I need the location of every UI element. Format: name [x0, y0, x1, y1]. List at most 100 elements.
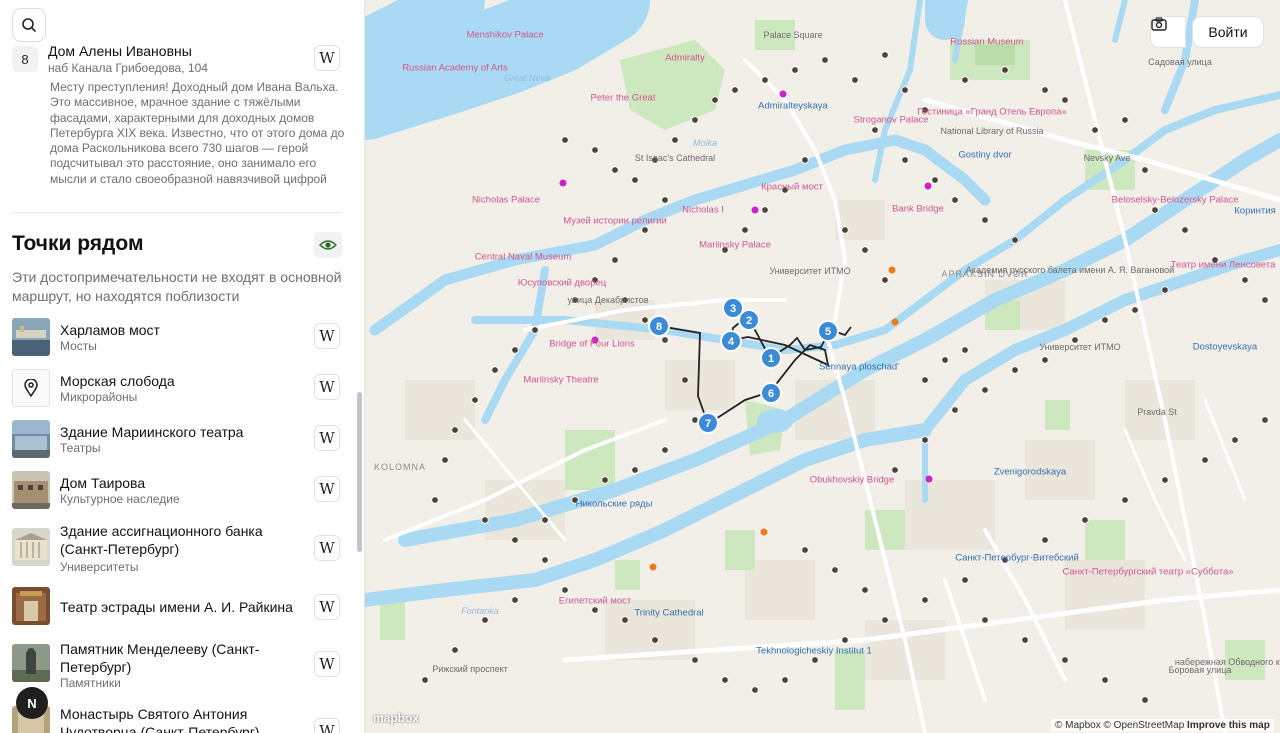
orange-poi-dot[interactable]: [888, 266, 896, 274]
wikipedia-button[interactable]: W: [314, 45, 340, 71]
map-label[interactable]: Zvenigorodskaya: [994, 467, 1066, 478]
map-label[interactable]: Mariinsky Theatre: [523, 375, 598, 386]
map-label[interactable]: Russian Academy of Arts: [402, 63, 508, 74]
poi-dot[interactable]: [761, 206, 769, 214]
poi-dot[interactable]: [961, 576, 969, 584]
poi-dot[interactable]: [841, 636, 849, 644]
poi-dot[interactable]: [481, 516, 489, 524]
route-marker-3[interactable]: 3: [722, 297, 744, 319]
poi-dot[interactable]: [1011, 236, 1019, 244]
map-label[interactable]: Menshikov Palace: [466, 30, 543, 41]
poi-dot[interactable]: [1241, 276, 1249, 284]
poi-dot[interactable]: [1181, 226, 1189, 234]
poi-dot[interactable]: [921, 376, 929, 384]
poi-dot[interactable]: [1121, 496, 1129, 504]
poi-dot[interactable]: [1041, 356, 1049, 364]
nearby-item[interactable]: Театр эстрады имени А. И. Райкина W: [12, 587, 342, 633]
poi-dot[interactable]: [541, 556, 549, 564]
poi-dot[interactable]: [591, 606, 599, 614]
poi-dot[interactable]: [641, 226, 649, 234]
nearby-item[interactable]: Дом Таирова Культурное наследие W: [12, 471, 342, 517]
poi-dot[interactable]: [511, 346, 519, 354]
poi-dot[interactable]: [661, 336, 669, 344]
orange-poi-dot[interactable]: [760, 528, 768, 536]
nearby-item[interactable]: Морская слобода Микрорайоны W: [12, 369, 342, 415]
poi-dot[interactable]: [951, 196, 959, 204]
poi-dot[interactable]: [1161, 476, 1169, 484]
poi-dot[interactable]: [1041, 86, 1049, 94]
route-marker-8[interactable]: 8: [648, 315, 670, 337]
improve-map-link[interactable]: Improve this map: [1187, 720, 1270, 731]
poi-dot[interactable]: [741, 226, 749, 234]
poi-dot[interactable]: [481, 616, 489, 624]
map-canvas[interactable]: 12345678 Menshikov Palace Russian Academy…: [365, 0, 1280, 733]
poi-dot[interactable]: [641, 316, 649, 324]
route-marker-6[interactable]: 6: [760, 382, 782, 404]
poi-dot[interactable]: [1261, 296, 1269, 304]
orange-poi-dot[interactable]: [649, 563, 657, 571]
poi-dot[interactable]: [901, 86, 909, 94]
poi-dot[interactable]: [801, 546, 809, 554]
poi-dot[interactable]: [691, 656, 699, 664]
poi-dot[interactable]: [1041, 536, 1049, 544]
poi-dot[interactable]: [511, 596, 519, 604]
map-label[interactable]: Mariinsky Palace: [699, 240, 771, 251]
poi-dot[interactable]: [791, 66, 799, 74]
poi-dot[interactable]: [561, 136, 569, 144]
map-label[interactable]: Коринтия: [1234, 206, 1275, 217]
scrollbar-thumb[interactable]: [357, 392, 362, 552]
poi-dot[interactable]: [1011, 366, 1019, 374]
poi-dot[interactable]: [1101, 316, 1109, 324]
attribution-osm[interactable]: © OpenStreetMap: [1104, 720, 1185, 731]
highlight-poi-dot[interactable]: [559, 179, 567, 187]
map-label[interactable]: Dostoyevskaya: [1193, 342, 1257, 353]
attribution-mapbox[interactable]: © Mapbox: [1055, 720, 1101, 731]
poi-dot[interactable]: [421, 676, 429, 684]
map-label[interactable]: Tekhnologicheskiy Institut 1: [756, 646, 872, 657]
poi-dot[interactable]: [961, 346, 969, 354]
nearby-item[interactable]: Монастырь Святого Антония Чудотворца (Са…: [12, 706, 342, 733]
wikipedia-button[interactable]: W: [314, 425, 340, 451]
wikipedia-button[interactable]: W: [314, 476, 340, 502]
route-marker-4[interactable]: 4: [720, 330, 742, 352]
poi-dot[interactable]: [941, 356, 949, 364]
map-label[interactable]: Nicholas I: [682, 205, 724, 216]
poi-dot[interactable]: [1091, 126, 1099, 134]
poi-dot[interactable]: [921, 436, 929, 444]
route-marker-7[interactable]: 7: [697, 412, 719, 434]
poi-dot[interactable]: [631, 466, 639, 474]
map-label[interactable]: Bank Bridge: [892, 204, 944, 215]
poi-dot[interactable]: [1101, 676, 1109, 684]
map-label[interactable]: Никольские ряды: [576, 499, 653, 510]
map-label[interactable]: Central Naval Museum: [475, 252, 572, 263]
poi-dot[interactable]: [691, 116, 699, 124]
route-marker-1[interactable]: 1: [760, 347, 782, 369]
poi-dot[interactable]: [981, 616, 989, 624]
map-label[interactable]: Nicholas Palace: [472, 195, 540, 206]
poi-dot[interactable]: [751, 686, 759, 694]
highlight-poi-dot[interactable]: [925, 475, 933, 483]
poi-dot[interactable]: [951, 406, 959, 414]
poi-dot[interactable]: [1061, 96, 1069, 104]
map-label[interactable]: Gostiny dvor: [958, 150, 1011, 161]
poi-dot[interactable]: [811, 656, 819, 664]
map-label[interactable]: Театр имени Ленсовета: [1171, 260, 1276, 271]
poi-dot[interactable]: [1151, 206, 1159, 214]
poi-dot[interactable]: [881, 616, 889, 624]
poi-dot[interactable]: [831, 566, 839, 574]
poi-dot[interactable]: [491, 366, 499, 374]
poi-dot[interactable]: [1021, 636, 1029, 644]
highlight-poi-dot[interactable]: [924, 182, 932, 190]
map-label[interactable]: Stroganov Palace: [854, 115, 929, 126]
poi-dot[interactable]: [981, 386, 989, 394]
poi-dot[interactable]: [651, 636, 659, 644]
poi-dot[interactable]: [591, 146, 599, 154]
poi-dot[interactable]: [1161, 286, 1169, 294]
poi-dot[interactable]: [781, 676, 789, 684]
poi-dot[interactable]: [661, 446, 669, 454]
poi-dot[interactable]: [531, 326, 539, 334]
wikipedia-button[interactable]: W: [314, 594, 340, 620]
poi-dot[interactable]: [1131, 306, 1139, 314]
orange-poi-dot[interactable]: [891, 318, 899, 326]
poi-dot[interactable]: [431, 496, 439, 504]
